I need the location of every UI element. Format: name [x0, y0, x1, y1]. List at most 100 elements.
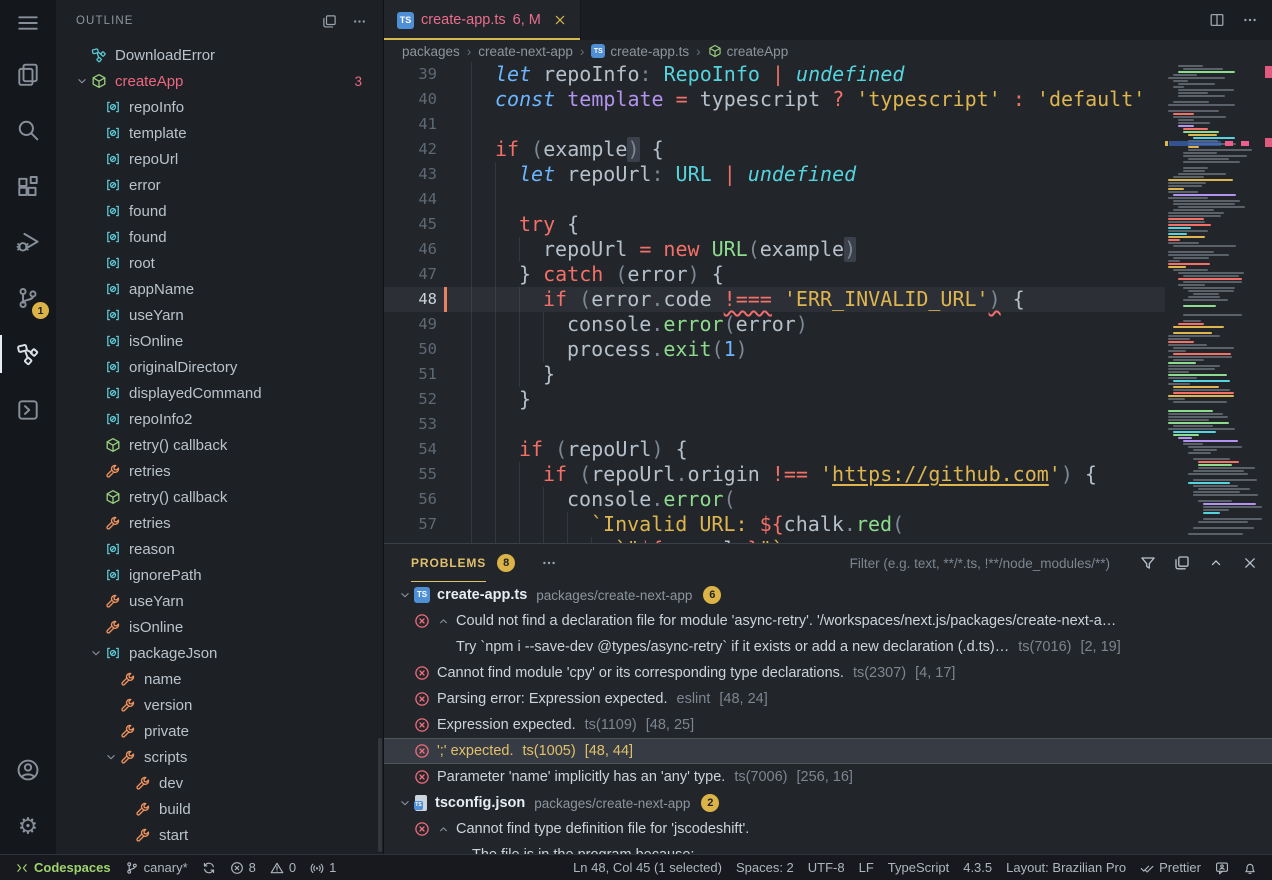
close-icon[interactable] [553, 13, 567, 27]
code-line-43[interactable]: 43let repoUrl: URL | undefined [384, 162, 1165, 187]
outline-item-retry() callback[interactable]: retry() callback [56, 432, 383, 458]
activity-run-debug[interactable] [0, 214, 56, 270]
status-indentation[interactable]: Spaces: 2 [729, 855, 801, 880]
breadcrumb-createApp[interactable]: createApp [708, 44, 789, 59]
copy-icon[interactable] [1174, 555, 1190, 571]
problem-row-continuation[interactable]: Try `npm i --save-dev @types/async-retry… [384, 634, 1272, 660]
outline-item-DownloadError[interactable]: DownloadError [56, 42, 383, 68]
outline-item-root[interactable]: root [56, 250, 383, 276]
outline-item-version[interactable]: version [56, 692, 383, 718]
minimap[interactable] [1165, 62, 1265, 543]
outline-item-useYarn[interactable]: useYarn [56, 588, 383, 614]
outline-item-build[interactable]: build [56, 796, 383, 822]
status-encoding[interactable]: UTF-8 [801, 855, 852, 880]
code-line-45[interactable]: 45try { [384, 212, 1165, 237]
activity-source-control[interactable]: 1 [0, 270, 56, 326]
outline-item-createApp[interactable]: createApp3 [56, 68, 383, 94]
outline-item-isOnline[interactable]: isOnline [56, 614, 383, 640]
code-line-48[interactable]: 48if (error.code !=== 'ERR_INVALID_URL')… [384, 287, 1165, 312]
activity-account[interactable] [0, 742, 56, 798]
code-line-46[interactable]: 46repoUrl = new URL(example) [384, 237, 1165, 262]
activity-search[interactable] [0, 102, 56, 158]
status-prettier[interactable]: Prettier [1133, 855, 1208, 880]
outline-item-retries[interactable]: retries [56, 510, 383, 536]
code-line-41[interactable]: 41 [384, 112, 1165, 137]
activity-menu[interactable] [0, 0, 56, 46]
activity-settings[interactable]: ⚙ [0, 798, 56, 854]
status-errors[interactable]: 8 [223, 855, 263, 880]
problem-row[interactable]: Parameter 'name' implicitly has an 'any'… [384, 764, 1272, 790]
code-line-51[interactable]: 51} [384, 362, 1165, 387]
outline-item-repoUrl[interactable]: repoUrl [56, 146, 383, 172]
outline-item-template[interactable]: template [56, 120, 383, 146]
activity-extensions[interactable] [0, 158, 56, 214]
status-layout[interactable]: Layout: Brazilian Pro [999, 855, 1133, 880]
outline-item-private[interactable]: private [56, 718, 383, 744]
status-ports[interactable]: 1 [303, 855, 343, 880]
status-eol[interactable]: LF [852, 855, 881, 880]
outline-item-displayedCommand[interactable]: displayedCommand [56, 380, 383, 406]
code-line-44[interactable]: 44 [384, 187, 1165, 212]
code-line-57[interactable]: 57`Invalid URL: ${chalk.red( [384, 512, 1165, 537]
outline-item-found[interactable]: found [56, 198, 383, 224]
outline-item-error[interactable]: error [56, 172, 383, 198]
code-line-42[interactable]: 42if (example) { [384, 137, 1165, 162]
status-sync[interactable] [195, 855, 223, 880]
filter-icon[interactable] [1140, 555, 1156, 571]
more-actions-icon[interactable] [1242, 12, 1258, 28]
breadcrumb-packages[interactable]: packages [402, 44, 460, 59]
status-warnings[interactable]: 0 [263, 855, 303, 880]
code-line-53[interactable]: 53 [384, 412, 1165, 437]
tab-create-app-ts[interactable]: TS create-app.ts 6, M [384, 0, 581, 40]
chevron-up-icon[interactable] [1208, 555, 1224, 571]
code-line-55[interactable]: 55if (repoUrl.origin !== 'https://github… [384, 462, 1165, 487]
split-editor-icon[interactable] [1209, 12, 1225, 28]
code-line-56[interactable]: 56console.error( [384, 487, 1165, 512]
problem-row[interactable]: Expression expected.ts(1109)[48, 25] [384, 712, 1272, 738]
code-line-49[interactable]: 49console.error(error) [384, 312, 1165, 337]
code-line-54[interactable]: 54if (repoUrl) { [384, 437, 1165, 462]
code-line-50[interactable]: 50process.exit(1) [384, 337, 1165, 362]
activity-remote-window[interactable] [0, 382, 56, 438]
code-line-39[interactable]: 39let repoInfo: RepoInfo | undefined [384, 62, 1165, 87]
problem-detail-row[interactable]: The file is in the program because: [384, 842, 1272, 854]
outline-item-name[interactable]: name [56, 666, 383, 692]
code-line-52[interactable]: 52} [384, 387, 1165, 412]
outline-item-partial[interactable] [56, 848, 383, 854]
status-remote[interactable]: Codespaces [8, 855, 118, 880]
outline-item-start[interactable]: start [56, 822, 383, 848]
outline-item-appName[interactable]: appName [56, 276, 383, 302]
activity-outline-symbols[interactable] [0, 326, 56, 382]
sidebar-scrollbar[interactable] [378, 738, 382, 852]
outline-item-ignorePath[interactable]: ignorePath [56, 562, 383, 588]
outline-item-retry() callback[interactable]: retry() callback [56, 484, 383, 510]
close-icon[interactable] [1242, 555, 1258, 571]
code-line-47[interactable]: 47} catch (error) { [384, 262, 1165, 287]
problem-row[interactable]: Cannot find type definition file for 'js… [384, 816, 1272, 842]
status-feedback[interactable] [1208, 855, 1236, 880]
overview-ruler[interactable] [1265, 40, 1272, 543]
problem-row[interactable]: Parsing error: Expression expected.eslin… [384, 686, 1272, 712]
breadcrumb-create-app.ts[interactable]: TScreate-app.ts [591, 44, 689, 59]
problems-filter-input[interactable] [798, 555, 1112, 572]
problem-row[interactable]: Could not find a declaration file for mo… [384, 608, 1272, 634]
outline-item-dev[interactable]: dev [56, 770, 383, 796]
problem-row[interactable]: ';' expected.ts(1005)[48, 44] [384, 738, 1272, 764]
status-branch[interactable]: canary* [118, 855, 195, 880]
problems-file-group-tsconfig.json[interactable]: TStsconfig.jsonpackages/create-next-app2 [384, 790, 1272, 816]
outline-item-scripts[interactable]: scripts [56, 744, 383, 770]
status-language[interactable]: TypeScript [881, 855, 956, 880]
outline-item-reason[interactable]: reason [56, 536, 383, 562]
code-line-40[interactable]: 40const template = typescript ? 'typescr… [384, 87, 1165, 112]
problem-row[interactable]: Cannot find module 'cpy' or its correspo… [384, 660, 1272, 686]
tab-problems[interactable]: PROBLEMS [411, 544, 486, 582]
collapse-all-icon[interactable] [322, 14, 337, 29]
outline-item-originalDirectory[interactable]: originalDirectory [56, 354, 383, 380]
outline-item-packageJson[interactable]: packageJson [56, 640, 383, 666]
activity-explorer[interactable] [0, 46, 56, 102]
status-ts-version[interactable]: 4.3.5 [956, 855, 999, 880]
breadcrumb-create-next-app[interactable]: create-next-app [478, 44, 573, 59]
outline-item-retries[interactable]: retries [56, 458, 383, 484]
outline-item-isOnline[interactable]: isOnline [56, 328, 383, 354]
problems-file-group-create-app.ts[interactable]: TScreate-app.tspackages/create-next-app6 [384, 582, 1272, 608]
